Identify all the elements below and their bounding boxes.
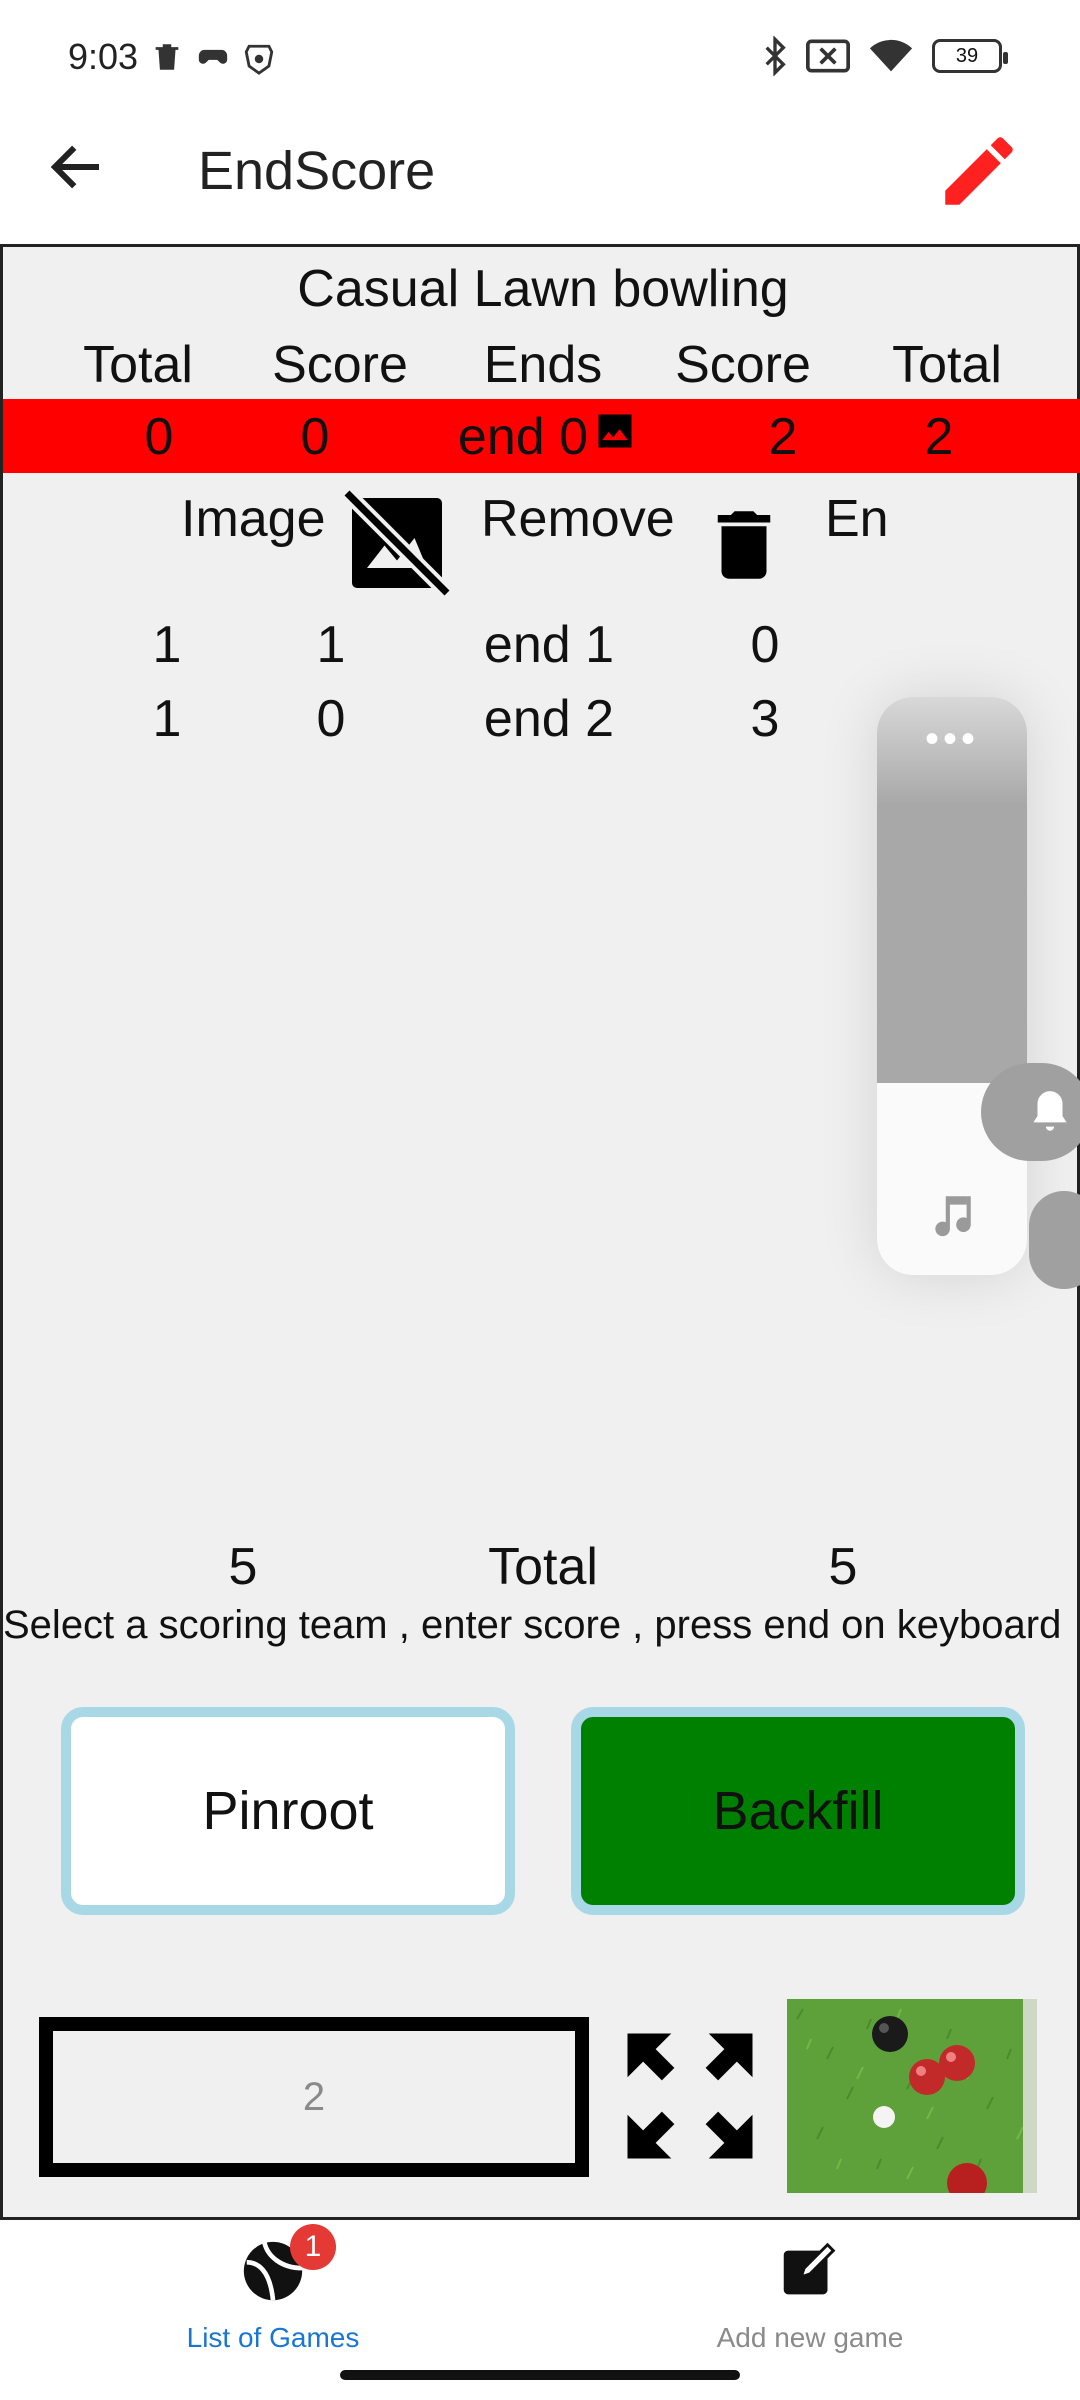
header-right-total: Total xyxy=(892,336,1002,394)
app-bar: EndScore xyxy=(0,110,1080,246)
header-left-score: Score xyxy=(272,336,408,394)
back-arrow-icon[interactable] xyxy=(44,134,110,200)
nav-list-of-games[interactable]: 1 List of Games xyxy=(113,2224,433,2354)
scoreboard-panel: Casual Lawn bowling Total Score Ends Sco… xyxy=(0,244,1080,2220)
home-indicator[interactable] xyxy=(340,2370,740,2380)
nav-add-new-game[interactable]: Add new game xyxy=(650,2236,970,2354)
brave-lion-status-icon xyxy=(244,44,274,75)
right-grand-total: 5 xyxy=(828,1538,858,1596)
edit-note-icon xyxy=(775,2236,845,2306)
wifi-icon xyxy=(869,39,913,72)
image-actions-row: Image Remove En xyxy=(3,483,1080,603)
game-photo[interactable] xyxy=(787,1999,1037,2193)
row-left-score: 0 xyxy=(316,690,346,748)
image-off-icon[interactable] xyxy=(337,483,457,603)
nav-label: List of Games xyxy=(186,2322,360,2353)
fullscreen-exit-icon[interactable] xyxy=(615,2021,765,2171)
row-end: end 1 xyxy=(483,616,615,674)
status-notification-icons xyxy=(150,40,276,78)
image-label: Image xyxy=(181,490,326,548)
status-system-icons: 39 xyxy=(762,36,1008,76)
volume-slider[interactable]: ••• xyxy=(877,697,1027,1275)
notification-badge: 1 xyxy=(290,2224,336,2270)
gamepad-status-icon xyxy=(198,49,228,64)
header-ends: Ends xyxy=(483,336,603,394)
no-sim-icon xyxy=(806,39,850,73)
totals-label: Total xyxy=(488,1538,598,1596)
image-icon[interactable] xyxy=(593,409,637,453)
current-end-row[interactable]: 0 0 end 0 2 2 xyxy=(3,399,1080,473)
header-right-score: Score xyxy=(675,336,811,394)
bluetooth-icon xyxy=(765,36,786,76)
side-toggle-button[interactable] xyxy=(1029,1191,1080,1289)
bell-icon xyxy=(1033,1091,1067,1131)
current-left-score: 0 xyxy=(300,408,330,466)
row-left-score: 1 xyxy=(316,616,346,674)
music-note-icon xyxy=(935,1196,971,1237)
end-label-truncated: En xyxy=(825,490,889,548)
instructions-text: Select a scoring team , enter score , pr… xyxy=(3,1603,1062,1647)
sports-ball-icon: 1 xyxy=(238,2224,336,2306)
ring-mode-button[interactable] xyxy=(981,1063,1080,1161)
current-right-total: 2 xyxy=(924,408,954,466)
trash-status-icon xyxy=(155,44,179,70)
trash-delete-icon[interactable] xyxy=(699,495,789,595)
edit-pencil-icon[interactable] xyxy=(934,126,1024,216)
game-title: Casual Lawn bowling xyxy=(297,260,789,318)
pinroot-team-button[interactable]: Pinroot xyxy=(61,1707,515,1915)
row-right-score: 0 xyxy=(750,616,780,674)
row-end: end 2 xyxy=(483,690,615,748)
battery-icon: 39 xyxy=(932,39,1008,73)
row-right-score: 3 xyxy=(750,690,780,748)
header-left-total: Total xyxy=(83,336,193,394)
remove-label: Remove xyxy=(481,490,675,548)
left-grand-total: 5 xyxy=(228,1538,258,1596)
page-title: EndScore xyxy=(198,141,436,201)
status-time: 9:03 xyxy=(68,36,139,77)
status-bar: 9:03 39 xyxy=(0,0,1080,110)
nav-label: Add new game xyxy=(716,2322,904,2353)
backfill-team-button[interactable]: Backfill xyxy=(571,1707,1025,1915)
table-row[interactable]: 1 1 end 1 0 xyxy=(3,615,1080,685)
more-options-icon[interactable]: ••• xyxy=(877,717,1027,762)
score-input[interactable]: 2 xyxy=(39,2017,589,2177)
